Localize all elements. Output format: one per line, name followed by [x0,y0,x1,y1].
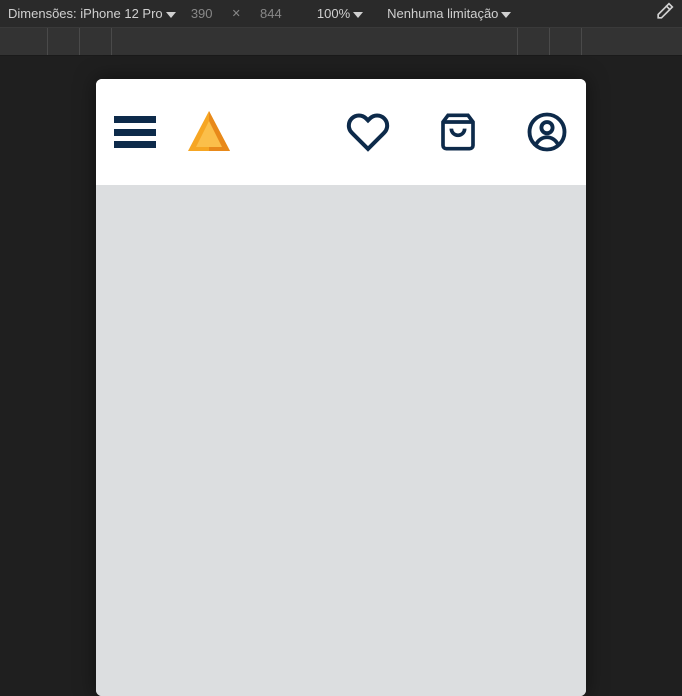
favorites-button[interactable] [346,110,390,154]
account-button[interactable] [526,111,568,153]
dimensions-label: Dimensões: iPhone 12 Pro [8,6,176,21]
chevron-down-icon [353,12,363,18]
device-frame [96,79,586,696]
app-header [96,79,586,185]
triangle-logo-icon [184,107,234,157]
chevron-down-icon [501,12,511,18]
app-content [96,185,586,696]
width-input[interactable] [182,6,222,21]
viewport-area [0,56,682,696]
throttling-select[interactable]: Nenhuma limitação [387,6,511,21]
dimension-separator: ✕ [232,7,241,20]
devtools-toolbar: Dimensões: iPhone 12 Pro ✕ 100% Nenhuma … [0,0,682,28]
chevron-down-icon [166,12,176,18]
zoom-select[interactable]: 100% [317,6,363,21]
heart-icon [346,110,390,154]
account-icon [526,111,568,153]
device-select[interactable]: iPhone 12 Pro [80,6,175,21]
eyedropper-icon[interactable] [654,2,674,25]
logo[interactable] [184,107,234,157]
shopping-bag-icon [438,110,478,154]
menu-button[interactable] [114,116,156,148]
devtools-ruler [0,28,682,56]
height-input[interactable] [251,6,291,21]
cart-button[interactable] [438,110,478,154]
hamburger-icon [114,116,156,123]
